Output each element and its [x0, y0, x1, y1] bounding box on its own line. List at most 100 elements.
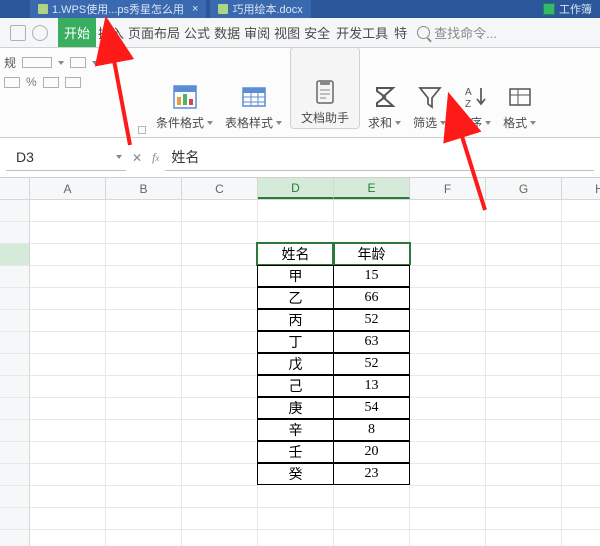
- row-header[interactable]: [0, 354, 30, 376]
- cell-G2[interactable]: [486, 222, 562, 244]
- cell-C7[interactable]: [182, 332, 258, 354]
- cell-C6[interactable]: [182, 310, 258, 332]
- row-header[interactable]: [0, 508, 30, 530]
- column-header-B[interactable]: B: [106, 178, 182, 199]
- cell-D15[interactable]: [258, 508, 334, 530]
- cell-A11[interactable]: [30, 420, 106, 442]
- cell-D7[interactable]: 丁: [257, 331, 334, 353]
- decrease-decimal-icon[interactable]: [43, 77, 59, 88]
- cell-E4[interactable]: 15: [333, 265, 410, 287]
- cell-A4[interactable]: [30, 266, 106, 288]
- tab-data[interactable]: 数据: [212, 18, 242, 47]
- close-icon[interactable]: ×: [192, 3, 198, 15]
- cell-A13[interactable]: [30, 464, 106, 486]
- cell-F11[interactable]: [410, 420, 486, 442]
- column-header-G[interactable]: G: [486, 178, 562, 199]
- cell-A2[interactable]: [30, 222, 106, 244]
- window-tab-2[interactable]: 巧用绘本.docx: [210, 0, 310, 18]
- cell-D14[interactable]: [258, 486, 334, 508]
- window-tab-3[interactable]: 工作簿: [535, 0, 600, 18]
- cell-D16[interactable]: [258, 530, 334, 546]
- cell-A7[interactable]: [30, 332, 106, 354]
- cell-B2[interactable]: [106, 222, 182, 244]
- cell-D6[interactable]: 丙: [257, 309, 334, 331]
- cell-E7[interactable]: 63: [333, 331, 410, 353]
- cell-H5[interactable]: [562, 288, 600, 310]
- doc-helper-button[interactable]: 文档助手: [290, 47, 360, 129]
- format-button[interactable]: 格式: [497, 48, 542, 133]
- tab-view[interactable]: 视图: [272, 18, 302, 47]
- formula-input[interactable]: 姓名: [165, 145, 594, 171]
- cell-F6[interactable]: [410, 310, 486, 332]
- command-search[interactable]: 查找命令...: [417, 23, 497, 42]
- cell-D12[interactable]: 壬: [257, 441, 334, 463]
- row-header[interactable]: [0, 486, 30, 508]
- cell-C4[interactable]: [182, 266, 258, 288]
- cell-H15[interactable]: [562, 508, 600, 530]
- cell-F13[interactable]: [410, 464, 486, 486]
- row-header[interactable]: [0, 530, 30, 546]
- cell-D9[interactable]: 己: [257, 375, 334, 397]
- cell-A9[interactable]: [30, 376, 106, 398]
- cell-G16[interactable]: [486, 530, 562, 546]
- cell-D3[interactable]: 姓名: [257, 243, 334, 265]
- cell-B3[interactable]: [106, 244, 182, 266]
- row-header[interactable]: [0, 420, 30, 442]
- tab-insert[interactable]: 插入: [96, 18, 126, 47]
- cell-F14[interactable]: [410, 486, 486, 508]
- cell-E2[interactable]: [334, 222, 410, 244]
- cell-C1[interactable]: [182, 200, 258, 222]
- cell-F3[interactable]: [410, 244, 486, 266]
- column-header-H[interactable]: H: [562, 178, 600, 199]
- cell-C2[interactable]: [182, 222, 258, 244]
- cell-E16[interactable]: [334, 530, 410, 546]
- cell-E5[interactable]: 66: [333, 287, 410, 309]
- cell-H12[interactable]: [562, 442, 600, 464]
- sum-button[interactable]: 求和: [362, 48, 407, 133]
- cell-D5[interactable]: 乙: [257, 287, 334, 309]
- row-header[interactable]: [0, 244, 30, 266]
- cell-A1[interactable]: [30, 200, 106, 222]
- cell-G1[interactable]: [486, 200, 562, 222]
- cell-D1[interactable]: [258, 200, 334, 222]
- cell-E9[interactable]: 13: [333, 375, 410, 397]
- name-box[interactable]: D3: [6, 145, 126, 171]
- cell-D10[interactable]: 庚: [257, 397, 334, 419]
- cell-B4[interactable]: [106, 266, 182, 288]
- cell-C9[interactable]: [182, 376, 258, 398]
- cell-H8[interactable]: [562, 354, 600, 376]
- dialog-launcher-icon[interactable]: [138, 126, 146, 134]
- cell-B8[interactable]: [106, 354, 182, 376]
- sort-button[interactable]: A Z 排序: [452, 48, 497, 133]
- cell-C5[interactable]: [182, 288, 258, 310]
- cell-E12[interactable]: 20: [333, 441, 410, 463]
- cell-B15[interactable]: [106, 508, 182, 530]
- column-header-C[interactable]: C: [182, 178, 258, 199]
- column-header-D[interactable]: D: [258, 178, 334, 199]
- cell-H9[interactable]: [562, 376, 600, 398]
- cell-F4[interactable]: [410, 266, 486, 288]
- window-controls-icon[interactable]: [10, 25, 26, 41]
- cell-G4[interactable]: [486, 266, 562, 288]
- insert-function-icon[interactable]: fx: [152, 150, 159, 165]
- cell-B16[interactable]: [106, 530, 182, 546]
- row-header[interactable]: [0, 442, 30, 464]
- table-style-button[interactable]: 表格样式: [219, 48, 288, 133]
- cell-C3[interactable]: [182, 244, 258, 266]
- filter-button[interactable]: 筛选: [407, 48, 452, 133]
- percent-icon[interactable]: [4, 77, 20, 88]
- cell-B7[interactable]: [106, 332, 182, 354]
- cell-B5[interactable]: [106, 288, 182, 310]
- cell-G15[interactable]: [486, 508, 562, 530]
- cell-G3[interactable]: [486, 244, 562, 266]
- cell-H14[interactable]: [562, 486, 600, 508]
- row-header[interactable]: [0, 398, 30, 420]
- cell-A5[interactable]: [30, 288, 106, 310]
- cell-A15[interactable]: [30, 508, 106, 530]
- cell-B1[interactable]: [106, 200, 182, 222]
- cell-C11[interactable]: [182, 420, 258, 442]
- cell-E11[interactable]: 8: [333, 419, 410, 441]
- cell-D2[interactable]: [258, 222, 334, 244]
- cell-E15[interactable]: [334, 508, 410, 530]
- cell-G9[interactable]: [486, 376, 562, 398]
